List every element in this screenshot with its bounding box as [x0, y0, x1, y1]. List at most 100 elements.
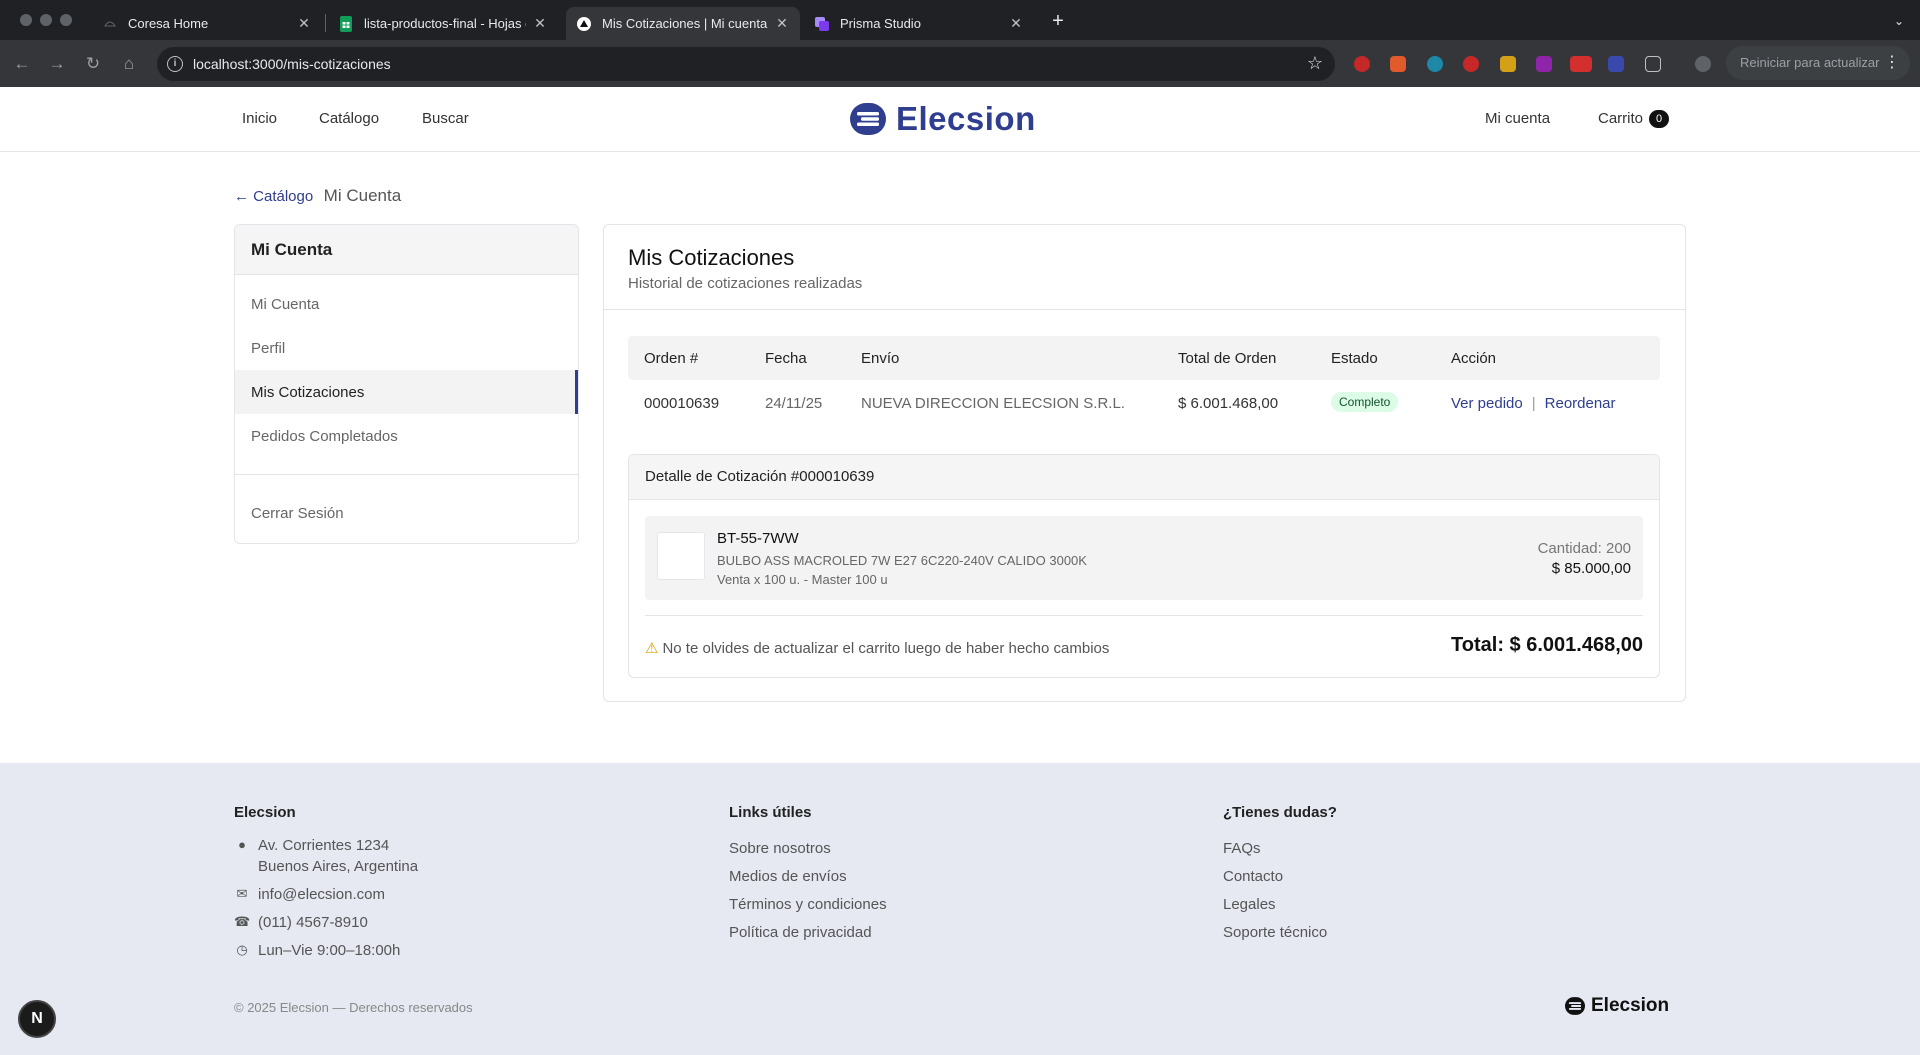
- page-subtitle: Historial de cotizaciones realizadas: [628, 275, 863, 292]
- site-info-icon[interactable]: i: [167, 56, 183, 72]
- cart-link[interactable]: Carrito 0: [1598, 110, 1670, 128]
- prisma-favicon-icon: [814, 16, 830, 32]
- nextjs-dev-badge[interactable]: N: [18, 1000, 56, 1038]
- hours-text: Lun–Vie 9:00–18:00h: [258, 942, 401, 959]
- footer-phone[interactable]: ☎ (011) 4567-8910: [234, 912, 418, 933]
- tab-title: Prisma Studio: [840, 16, 921, 31]
- breadcrumb-back-link[interactable]: ← Catálogo: [234, 188, 313, 205]
- extension-icon[interactable]: [1390, 56, 1406, 72]
- reload-icon[interactable]: ↻: [81, 52, 105, 76]
- nav-inicio[interactable]: Inicio: [242, 110, 277, 127]
- extension-icon[interactable]: [1500, 56, 1516, 72]
- product-thumbnail: [657, 532, 705, 580]
- extension-icon[interactable]: [1536, 56, 1552, 72]
- view-order-link[interactable]: Ver pedido: [1451, 395, 1523, 412]
- footer-link-contacto[interactable]: Contacto: [1223, 863, 1337, 891]
- address-bar[interactable]: i localhost:3000/mis-cotizaciones ☆: [157, 47, 1335, 81]
- address-url[interactable]: localhost:3000/mis-cotizaciones: [193, 56, 391, 72]
- footer-link-legales[interactable]: Legales: [1223, 891, 1337, 919]
- update-browser-button[interactable]: Reiniciar para actualizar ⋮: [1726, 46, 1910, 80]
- window-maximize-button[interactable]: [60, 14, 72, 26]
- sidebar-divider: [235, 474, 578, 475]
- footer-link-sobre-nosotros[interactable]: Sobre nosotros: [729, 835, 887, 863]
- browser-tab[interactable]: Prisma Studio ✕: [804, 7, 1034, 40]
- site-header: Inicio Catálogo Buscar Elecsion Mi cuent…: [0, 87, 1920, 152]
- profile-avatar-icon[interactable]: [1695, 56, 1711, 72]
- tab-title: Coresa Home: [128, 16, 209, 31]
- footer-address: ● Av. Corrientes 1234 Buenos Aires, Arge…: [234, 835, 418, 877]
- account-sidebar: Mi Cuenta Mi Cuenta Perfil Mis Cotizacio…: [234, 224, 579, 544]
- extensions-puzzle-icon[interactable]: [1645, 56, 1661, 72]
- quote-item: BT-55-7WW BULBO ASS MACROLED 7W E27 6C22…: [645, 516, 1643, 600]
- logout-link[interactable]: Cerrar Sesión: [235, 491, 578, 535]
- tab-search-chevron-icon[interactable]: ⌄: [1888, 10, 1910, 32]
- footer-heading: Elecsion: [234, 804, 296, 821]
- sidebar-item-perfil[interactable]: Perfil: [235, 326, 578, 370]
- sidebar-item-mis-cotizaciones[interactable]: Mis Cotizaciones: [235, 370, 578, 414]
- footer-contact-column: Elecsion ● Av. Corrientes 1234 Buenos Ai…: [234, 804, 418, 968]
- mail-icon: ✉: [236, 886, 248, 901]
- reorder-link[interactable]: Reordenar: [1545, 395, 1616, 412]
- browser-tab-active[interactable]: Mis Cotizaciones | Mi cuenta | ✕: [566, 7, 800, 40]
- close-icon[interactable]: ✕: [774, 15, 790, 32]
- quotes-table: Orden # Fecha Envío Total de Orden Estad…: [628, 336, 1660, 428]
- column-header: Envío: [861, 350, 900, 367]
- divider: [645, 615, 1643, 616]
- back-arrow-icon[interactable]: ←: [10, 52, 34, 76]
- footer-hours: ◷ Lun–Vie 9:00–18:00h: [234, 940, 418, 961]
- tab-title: lista-productos-final - Hojas de: [364, 16, 526, 31]
- order-total: $ 6.001.468,00: [1178, 395, 1279, 412]
- quote-detail: Detalle de Cotización #000010639 BT-55-7…: [628, 454, 1660, 678]
- footer-email[interactable]: ✉ info@elecsion.com: [234, 884, 418, 905]
- table-row: 000010639 24/11/25 NUEVA DIRECCION ELECS…: [628, 380, 1660, 428]
- tab-title: Mis Cotizaciones | Mi cuenta |: [602, 16, 768, 31]
- footer-link-terminos[interactable]: Términos y condiciones: [729, 891, 887, 919]
- footer-link-faqs[interactable]: FAQs: [1223, 835, 1337, 863]
- footer-link-soporte[interactable]: Soporte técnico: [1223, 919, 1337, 947]
- close-icon[interactable]: ✕: [532, 15, 548, 32]
- product-sku: BT-55-7WW: [717, 530, 799, 547]
- window-minimize-button[interactable]: [40, 14, 52, 26]
- browser-tab[interactable]: Coresa Home ✕: [92, 7, 322, 40]
- brand-mark-icon: [1565, 997, 1585, 1015]
- column-header: Fecha: [765, 350, 807, 367]
- brand-logo[interactable]: Elecsion: [850, 100, 1036, 137]
- column-header: Acción: [1451, 350, 1497, 367]
- address-line: Buenos Aires, Argentina: [258, 858, 419, 875]
- extension-icon[interactable]: [1608, 56, 1624, 72]
- page-title: Mis Cotizaciones: [628, 245, 795, 270]
- more-vert-icon[interactable]: ⋮: [1884, 46, 1900, 80]
- site-footer: Elecsion ● Av. Corrientes 1234 Buenos Ai…: [0, 763, 1920, 1055]
- breadcrumb-current: Mi Cuenta: [323, 186, 402, 205]
- close-icon[interactable]: ✕: [296, 15, 312, 32]
- footer-link-privacidad[interactable]: Política de privacidad: [729, 919, 887, 947]
- extension-icon[interactable]: [1354, 56, 1370, 72]
- extension-icon[interactable]: [1570, 56, 1592, 72]
- home-icon[interactable]: ⌂: [117, 52, 141, 76]
- extension-icon[interactable]: [1463, 56, 1479, 72]
- address-line: Av. Corrientes 1234: [258, 837, 390, 854]
- window-close-button[interactable]: [20, 14, 32, 26]
- nav-catalogo[interactable]: Catálogo: [319, 110, 379, 127]
- nav-buscar[interactable]: Buscar: [422, 110, 469, 127]
- phone-icon: ☎: [234, 914, 251, 929]
- update-cart-warning: ⚠ No te olvides de actualizar el carrito …: [645, 639, 1109, 657]
- clock-icon: ◷: [236, 942, 248, 957]
- column-header: Orden #: [644, 350, 699, 367]
- product-pack-info: Venta x 100 u. - Master 100 u: [717, 572, 888, 587]
- forward-arrow-icon[interactable]: →: [45, 52, 69, 76]
- footer-heading: ¿Tienes dudas?: [1223, 804, 1337, 821]
- my-account-link[interactable]: Mi cuenta: [1485, 110, 1550, 127]
- extension-icon[interactable]: [1427, 56, 1443, 72]
- footer-heading: Links útiles: [729, 804, 812, 821]
- quotes-panel: Mis Cotizaciones Historial de cotizacion…: [603, 224, 1686, 702]
- browser-tab[interactable]: lista-productos-final - Hojas de ✕: [328, 7, 558, 40]
- bookmark-star-icon[interactable]: ☆: [1307, 53, 1323, 74]
- footer-brand-logo[interactable]: Elecsion: [1565, 995, 1669, 1017]
- sidebar-item-mi-cuenta[interactable]: Mi Cuenta: [235, 282, 578, 326]
- close-icon[interactable]: ✕: [1008, 15, 1024, 32]
- footer-link-medios-envios[interactable]: Medios de envíos: [729, 863, 887, 891]
- sidebar-item-pedidos-completados[interactable]: Pedidos Completados: [235, 414, 578, 458]
- footer-help-column: ¿Tienes dudas? FAQs Contacto Legales Sop…: [1223, 804, 1337, 947]
- new-tab-button[interactable]: +: [1045, 8, 1071, 34]
